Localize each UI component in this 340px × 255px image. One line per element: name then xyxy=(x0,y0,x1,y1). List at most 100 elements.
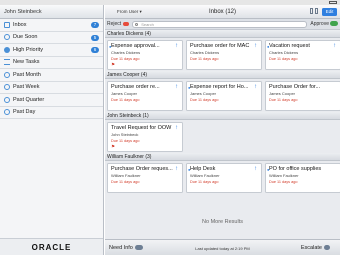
page-title: Inbox (12) xyxy=(208,8,236,15)
task-assignee: William Faulkner xyxy=(111,173,141,178)
task-card[interactable]: Purchase order re... James Cooper Due 11 d… xyxy=(107,81,183,111)
task-assignee: James Cooper xyxy=(111,91,138,96)
approve-icon xyxy=(330,21,338,27)
calendar-icon xyxy=(4,109,10,116)
top-bar: From User ▾ Inbox (12) Edit xyxy=(105,5,340,19)
task-card[interactable]: Travel Request for OOW John Steinbeck Due … xyxy=(107,122,183,152)
task-assignee: James Cooper xyxy=(269,91,296,96)
task-card[interactable]: Purchase Order reques... William Faulkner… xyxy=(107,163,183,193)
sidebar: John Steinbeck Inbox 7 Due Soon 5 High Pri… xyxy=(0,5,104,255)
multi-select-icon[interactable] xyxy=(310,8,320,15)
task-due: Due 11 days ago xyxy=(111,56,140,61)
task-assignee: Charles Dickens xyxy=(190,50,220,55)
sidebar-item-inbox[interactable]: Inbox 7 xyxy=(0,19,103,32)
task-assignee: William Faulkner xyxy=(269,173,299,178)
card-row: Purchase order re... James Cooper Due 11 d… xyxy=(105,79,340,112)
task-card[interactable]: ● Vacation request Charles Dickens Due 11 d… xyxy=(265,40,340,70)
task-title: Travel Request for OOW xyxy=(111,125,172,131)
sidebar-item-past-month[interactable]: Past Month xyxy=(0,69,103,82)
logo-text: ORACLE xyxy=(31,242,72,252)
sidebar-item-label: Due Soon xyxy=(13,34,38,41)
task-due: Due 11 days ago xyxy=(269,97,298,102)
task-title: Vacation request xyxy=(269,43,310,49)
clock-icon xyxy=(4,34,10,41)
task-assignee: Charles Dickens xyxy=(269,50,299,55)
task-due: Due 11 days ago xyxy=(269,179,298,184)
task-card[interactable]: ● Expense approval... Charles Dickens Due 1… xyxy=(107,40,183,70)
sidebar-item-label: New Tasks xyxy=(13,59,40,66)
task-title: Purchase order for MAC xyxy=(190,43,250,49)
bottom-toolbar: Need Info Last updated today at 2:19 PM … xyxy=(105,239,340,255)
task-assignee: Charles Dickens xyxy=(111,50,141,55)
group-header[interactable]: Charles Dickens (4) xyxy=(105,30,340,38)
sidebar-item-label: Past Quarter xyxy=(13,96,45,103)
reject-label: Reject xyxy=(107,21,122,27)
unread-dot-icon: ● xyxy=(188,167,191,172)
priority-arrow-icon: ↑ xyxy=(175,166,178,172)
task-card[interactable]: Purchase Order for... James Cooper Due 11 … xyxy=(265,81,340,111)
battery-icon xyxy=(329,1,337,4)
sidebar-item-due-soon[interactable]: Due Soon 5 xyxy=(0,32,103,44)
task-due: Due 11 days ago xyxy=(269,56,298,61)
escalate-button[interactable]: Escalate xyxy=(301,245,330,251)
group-header[interactable]: John Steinbeck (1) xyxy=(105,112,340,120)
task-due: Due 11 days ago xyxy=(190,56,219,61)
count-badge: 5 xyxy=(91,34,99,41)
unread-dot-icon: ● xyxy=(267,44,270,49)
count-badge: 7 xyxy=(91,22,99,28)
priority-arrow-icon: ↑ xyxy=(254,84,257,90)
task-due: Due 11 days ago xyxy=(111,97,140,102)
unread-dot-icon: ● xyxy=(267,167,270,172)
task-due: Due 11 days ago xyxy=(111,179,140,184)
search-icon xyxy=(135,22,139,26)
sidebar-item-past-week[interactable]: Past Week xyxy=(0,82,103,94)
action-bar: Reject Search Approve xyxy=(105,19,340,30)
flag-icon: ⚑ xyxy=(111,144,116,149)
escalate-label: Escalate xyxy=(300,245,322,251)
task-card[interactable]: ● Help Desk William Faulkner Due 11 days ag… xyxy=(186,163,262,193)
task-title: Purchase Order reques... xyxy=(111,166,173,172)
task-title: PO for office supplies xyxy=(269,166,322,172)
task-title: Expense approval... xyxy=(111,43,160,49)
approve-button[interactable]: Approve xyxy=(310,21,338,27)
user-name: John Steinbeck xyxy=(4,8,42,15)
task-assignee: John Steinbeck xyxy=(111,132,139,137)
task-title: Expense report for Ho... xyxy=(190,84,249,90)
oracle-logo: ORACLE xyxy=(0,238,103,255)
sidebar-item-high-priority[interactable]: High Priority 6 xyxy=(0,44,103,57)
list-icon xyxy=(4,59,10,66)
sidebar-item-label: High Priority xyxy=(13,46,43,53)
priority-arrow-icon: ↑ xyxy=(254,166,257,172)
sidebar-item-new-tasks[interactable]: New Tasks xyxy=(0,57,103,69)
task-title: Purchase order re... xyxy=(111,84,160,90)
sidebar-list: Inbox 7 Due Soon 5 High Priority 6 New Task… xyxy=(0,19,103,119)
sidebar-item-label: Past Month xyxy=(13,71,41,78)
task-assignee: James Cooper xyxy=(190,91,217,96)
task-card[interactable]: ● Expense report for Ho... James Cooper Due… xyxy=(186,81,262,111)
task-card[interactable]: Purchase order for MAC Charles Dickens Due… xyxy=(186,40,262,70)
task-due: Due 11 days ago xyxy=(111,138,140,143)
task-due: Due 11 days ago xyxy=(190,179,219,184)
sidebar-item-past-quarter[interactable]: Past Quarter xyxy=(0,94,103,107)
unread-dot-icon: ● xyxy=(188,85,191,90)
count-badge: 6 xyxy=(91,47,99,53)
card-row: Travel Request for OOW John Steinbeck Due … xyxy=(105,120,340,153)
task-card[interactable]: ● PO for office supplies William Faulkner D… xyxy=(265,163,340,193)
sidebar-header: John Steinbeck xyxy=(0,5,103,19)
inbox-icon xyxy=(4,21,10,28)
task-title: Help Desk xyxy=(190,166,216,172)
calendar-icon xyxy=(4,96,10,103)
group-header[interactable]: James Cooper (4) xyxy=(105,71,340,79)
no-more-results: No More Results xyxy=(202,219,243,225)
priority-arrow-icon: ↑ xyxy=(333,43,336,49)
card-row: Purchase Order reques... William Faulkner… xyxy=(105,161,340,194)
group-header[interactable]: William Faulkner (3) xyxy=(105,153,340,161)
priority-arrow-icon: ↑ xyxy=(175,125,178,131)
edit-button[interactable]: Edit xyxy=(322,8,337,16)
calendar-icon xyxy=(4,84,10,91)
sidebar-item-past-day[interactable]: Past Day xyxy=(0,107,103,119)
task-title: Purchase Order for... xyxy=(269,84,321,90)
sidebar-item-label: Past Day xyxy=(13,109,36,116)
search-input[interactable]: Search xyxy=(132,20,308,28)
reject-button[interactable]: Reject xyxy=(107,21,130,27)
